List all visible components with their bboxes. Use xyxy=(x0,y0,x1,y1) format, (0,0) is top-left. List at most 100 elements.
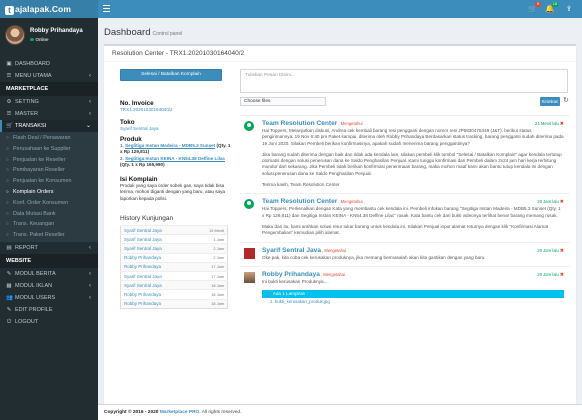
submenu-item-label: Perusahaan ke Supplier xyxy=(13,145,71,152)
finish-cancel-complaint-button[interactable]: Selesai / Batalkan Komplain xyxy=(120,69,222,81)
circle-icon: ○ xyxy=(6,178,9,184)
sidebar-item-transaksi[interactable]: 🛒 TRANSAKSI ⌄ xyxy=(0,120,98,132)
product-link[interactable]: Seglitiga Instan Madeira - MDB5.3 Sunset xyxy=(125,143,215,148)
submenu-item-label: Komplain Orders xyxy=(13,188,54,195)
history-name[interactable]: Syarif Sentral Jaya xyxy=(120,225,193,235)
message-thread: Team Resolution Center, Mengetahui 21 Men… xyxy=(240,115,570,306)
history-row: Robby Prihandaya 17 Jam xyxy=(120,261,228,272)
history-time: 19 Menit xyxy=(192,225,228,235)
submenu-item-penjualan-ke-konsumen[interactable]: ○ Penjualan ke Konsumen xyxy=(0,176,98,187)
sidebar-item-report[interactable]: ▤ REPORT ‹ xyxy=(0,242,98,254)
message-role: , Mengetahui xyxy=(320,271,346,277)
message-item: Team Resolution Center, Mengetahui 20 Jam… xyxy=(240,193,570,236)
sidebar-item-label: DASHBOARD xyxy=(15,61,50,67)
history-name[interactable]: Robby Prihandaya xyxy=(120,289,193,300)
message-author[interactable]: Team Resolution Center xyxy=(262,120,337,127)
attachment-file-link[interactable]: 1. bukti_kerusakan_produk.jpg xyxy=(262,298,570,306)
image-icon: ▦ xyxy=(6,282,12,289)
sidebar-item-label: MODUL USERS xyxy=(15,294,56,301)
message-time-text: 20 Jam lalu xyxy=(537,271,559,277)
list-icon: ☰ xyxy=(6,111,12,117)
sidebar-item-label: REPORT xyxy=(15,244,38,251)
sidebar-item-edit-profile[interactable]: ✎ EDIT PROFILE xyxy=(0,304,98,316)
history-name[interactable]: Syarif Sentral Jaya xyxy=(120,234,193,244)
sidebar-item-label: EDIT PROFILE xyxy=(15,306,53,313)
submenu-item-penjualan-ke-reseller[interactable]: ○ Penjualan ke Reseller xyxy=(0,155,98,166)
circle-icon: ○ xyxy=(6,135,9,140)
submenu-item-label: Penjualan ke Konsumen xyxy=(13,178,72,185)
message-author[interactable]: Robby Prihandaya xyxy=(262,271,320,278)
hamburger-menu-icon[interactable] xyxy=(103,5,110,13)
history-name[interactable]: Robby Prihandaya xyxy=(120,261,193,272)
close-icon[interactable]: ✖ xyxy=(560,199,564,205)
share-icon[interactable]: ⇪ xyxy=(564,4,574,14)
history-table: Syarif Sentral Jaya 19 Menit Syarif Sentra… xyxy=(120,225,228,309)
choose-files-input[interactable]: Choose files xyxy=(240,97,326,106)
submenu-item-trans-paket-reseller[interactable]: ○ Trans. Paket Reseller xyxy=(0,230,98,241)
page-title: Dashboard Control panel xyxy=(104,27,183,38)
product-link[interactable]: Seglitiga Instan KEINA - KN54.38 Delfine… xyxy=(125,156,225,161)
submenu-item-konf-order-konsumen[interactable]: ○ Konf. Order Konsumen xyxy=(0,198,98,209)
history-title: History Kunjungan xyxy=(120,215,174,223)
app-logo[interactable]: t ajalapak.Com xyxy=(0,0,98,18)
history-name[interactable]: Syarif Sentral Jaya xyxy=(120,280,193,290)
submenu-item-perusahaan-ke-supplier[interactable]: ○ Perusahaan ke Supplier xyxy=(0,144,98,155)
attachment-bar: 📎 Ada 1 Lampiran : xyxy=(262,290,564,299)
submenu-item-komplain-orders[interactable]: ○ Komplain Orders xyxy=(0,187,98,198)
complaint-details: Selesai / Batalkan Komplain No. Invoice … xyxy=(120,69,232,309)
history-time: 2 Jam xyxy=(192,252,228,263)
footer-rights: All rights reserved. xyxy=(201,410,242,415)
message-time: 21 Menit lalu✖ xyxy=(535,121,564,127)
message-avatar xyxy=(244,121,254,131)
close-icon[interactable]: ✖ xyxy=(560,272,564,278)
user-name: Robby Prihandaya xyxy=(30,28,83,34)
message-body: Hai Toppers, Perkenalkan dengan Kata yan… xyxy=(262,206,570,236)
message-paragraph: Ini bukti kerusakan Produknya,... xyxy=(262,278,329,284)
attachment-icon: 📎 xyxy=(266,291,273,297)
sidebar-item-menu-utama[interactable]: ☰ MENU UTAMA ‹ xyxy=(0,70,98,82)
sidebar-item-master[interactable]: ☰ MASTER ‹ xyxy=(0,108,98,120)
send-button[interactable]: Kirimkan xyxy=(540,97,560,106)
circle-icon: ○ xyxy=(6,221,9,227)
chevron-left-icon: ‹ xyxy=(89,294,91,301)
message-textarea[interactable]: Tuliskan Pesan Disini... xyxy=(240,69,568,93)
close-icon[interactable]: ✖ xyxy=(560,121,564,127)
sidebar-item-label: MODUL BERITA xyxy=(15,270,56,277)
notification-badge: 9 xyxy=(535,2,541,7)
circle-icon: ○ xyxy=(6,210,9,216)
history-name[interactable]: Syarif Sentral Jaya xyxy=(120,243,193,254)
refresh-icon[interactable]: ↻ xyxy=(563,96,569,104)
sidebar-item-logout[interactable]: ⏻ LOGOUT xyxy=(0,316,98,328)
message-role: , Mengetahui xyxy=(338,121,363,126)
message-header: Team Resolution Center, Mengetahui xyxy=(262,198,570,205)
history-name[interactable]: Syarif Sentral Jaya xyxy=(120,271,193,281)
menu-header-website: WEBSITE xyxy=(0,253,98,268)
power-icon: ⏻ xyxy=(6,318,12,325)
message-author[interactable]: Team Resolution Center xyxy=(262,198,337,205)
sidebar-item-modul-users[interactable]: 👥 MODUL USERS ‹ xyxy=(0,292,98,304)
history-name[interactable]: Robby Prihandaya xyxy=(120,252,193,263)
message-role: , Mengetahui xyxy=(322,247,347,253)
cart-icon[interactable]: 🛒 9 xyxy=(528,2,541,14)
submenu-item-pembayaran-reseller[interactable]: ○ Pembayaran Reseller xyxy=(0,165,98,176)
sidebar-item-dashboard[interactable]: ▣ DASHBOARD xyxy=(0,58,98,70)
users-icon: 👥 xyxy=(6,294,13,301)
sidebar-item-modul-berita[interactable]: ✎ MODUL BERITA ‹ xyxy=(0,268,98,280)
footer-brand-link[interactable]: Marketplace PRO. xyxy=(160,410,201,415)
submenu-item-flash-deal-penawaran[interactable]: ○ Flash Deal / Penawaran xyxy=(0,133,98,144)
submenu-item-data-mutasi-bank[interactable]: ○ Data Mutasi Bank xyxy=(0,209,98,220)
pencil-icon: ✎ xyxy=(6,270,12,277)
message-header: Team Resolution Center, Mengetahui xyxy=(262,120,570,127)
sidebar-item-setting[interactable]: ⚙ SETTING ‹ xyxy=(0,96,98,108)
circle-icon: ○ xyxy=(6,156,9,162)
bell-icon[interactable]: 🔔 18 xyxy=(545,2,558,14)
circle-icon: ○ xyxy=(6,145,9,151)
gear-icon: ⚙ xyxy=(6,99,12,105)
message-author[interactable]: Syarif Sentral Java xyxy=(262,247,321,254)
message-paragraph: Hai Toppers, Melanjutkan diskusi, Andrea… xyxy=(262,128,564,146)
sidebar-item-modul-iklan[interactable]: ▦ MODUL IKLAN ‹ xyxy=(0,280,98,292)
submenu-item-trans-keuangan[interactable]: ○ Trans. Keuangan xyxy=(0,219,98,230)
close-icon[interactable]: ✖ xyxy=(560,248,564,254)
history-row: Syarif Sentral Jaya 1 Jam xyxy=(120,234,228,244)
history-name[interactable]: Robby Prihandaya xyxy=(120,298,193,309)
